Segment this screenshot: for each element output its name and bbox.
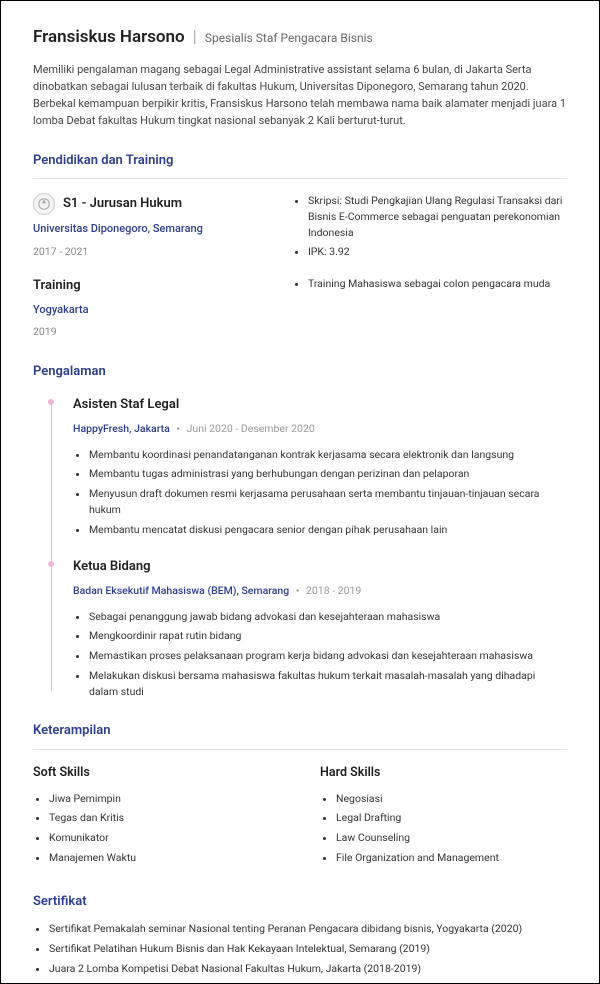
job-company: HappyFresh, Jakarta xyxy=(73,422,170,435)
list-item: Menyusun draft dokumen resmi kerjasama p… xyxy=(89,486,567,518)
experience-timeline: Asisten Staf Legal HappyFresh, Jakarta •… xyxy=(33,395,567,699)
job-dates: 2018 - 2019 xyxy=(306,584,361,597)
list-item: Legal Drafting xyxy=(336,810,567,826)
list-item: Membantu tugas administrasi yang berhubu… xyxy=(89,466,567,482)
experience-item: Asisten Staf Legal HappyFresh, Jakarta •… xyxy=(73,395,567,537)
list-item: Mengkoordinir rapat rutin bidang xyxy=(89,628,567,644)
person-name: Fransiskus Harsono xyxy=(33,27,185,47)
list-item: File Organization and Management xyxy=(336,850,567,866)
list-item: Law Counseling xyxy=(336,830,567,846)
job-meta: Badan Eksekutif Mahasiswa (BEM), Semaran… xyxy=(73,583,567,599)
education-dates: 2017 - 2021 xyxy=(33,244,268,260)
education-section: Pendidikan dan Training S1 - Jurusan Huk… xyxy=(33,151,567,340)
institution-name: Yogyakarta xyxy=(33,302,268,319)
person-subtitle: Spesialis Staf Pengacara Bisnis xyxy=(205,31,373,45)
skills-section: Keterampilan Soft Skills Jiwa Pemimpin T… xyxy=(33,721,567,869)
degree-name: Training xyxy=(33,276,268,296)
education-bullets: Training Mahasiswa sebagai colon pengaca… xyxy=(292,276,567,292)
summary-text: Memiliki pengalaman magang sebagai Legal… xyxy=(33,61,567,129)
job-bullets: Sebagai penanggung jawab bidang advokasi… xyxy=(73,609,567,700)
resume-header: Fransiskus Harsono | Spesialis Staf Peng… xyxy=(33,25,567,129)
hard-skills-column: Hard Skills Negosiasi Legal Drafting Law… xyxy=(320,764,567,870)
job-bullets: Membantu koordinasi penandatanganan kont… xyxy=(73,447,567,538)
list-item: Sebagai penanggung jawab bidang advokasi… xyxy=(89,609,567,625)
list-item: Jiwa Pemimpin xyxy=(49,791,280,807)
meta-separator: • xyxy=(296,584,300,597)
job-meta: HappyFresh, Jakarta • Juni 2020 - Desemb… xyxy=(73,421,567,437)
meta-separator: • xyxy=(176,422,180,435)
job-company: Badan Eksekutif Mahasiswa (BEM), Semaran… xyxy=(73,584,289,597)
experience-section: Pengalaman Asisten Staf Legal HappyFresh… xyxy=(33,362,567,700)
certificates-title: Sertifikat xyxy=(33,892,567,912)
soft-skills-heading: Soft Skills xyxy=(33,764,280,783)
title-divider: | xyxy=(193,27,197,47)
education-dates: 2019 xyxy=(33,324,268,340)
experience-item: Ketua Bidang Badan Eksekutif Mahasiswa (… xyxy=(73,557,567,699)
soft-skills-column: Soft Skills Jiwa Pemimpin Tegas dan Krit… xyxy=(33,764,280,870)
list-item: Negosiasi xyxy=(336,791,567,807)
list-item: Manajemen Waktu xyxy=(49,850,280,866)
hard-skills-list: Negosiasi Legal Drafting Law Counseling … xyxy=(320,791,567,866)
education-item: S1 - Jurusan Hukum Universitas Diponegor… xyxy=(33,193,567,264)
list-item: IPK: 3.92 xyxy=(308,244,567,260)
name-row: Fransiskus Harsono | Spesialis Staf Peng… xyxy=(33,25,567,51)
list-item: Membantu mencatat diskusi pengacara seni… xyxy=(89,522,567,538)
job-dates: Juni 2020 - Desember 2020 xyxy=(187,422,315,435)
certificates-list: Sertifikat Pemakalah seminar Nasional te… xyxy=(33,921,567,976)
degree-name: S1 - Jurusan Hukum xyxy=(63,194,182,214)
list-item: Membantu koordinasi penandatanganan kont… xyxy=(89,447,567,463)
education-bullets: Skripsi: Studi Pengkajian Ulang Regulasi… xyxy=(292,193,567,260)
list-item: Sertifikat Pelatihan Hukum Bisnis dan Ha… xyxy=(49,941,567,957)
institution-name: Universitas Diponegoro, Semarang xyxy=(33,221,268,238)
skills-title: Keterampilan xyxy=(33,721,567,750)
experience-title: Pengalaman xyxy=(33,362,567,382)
education-title: Pendidikan dan Training xyxy=(33,151,567,180)
job-title: Ketua Bidang xyxy=(73,557,567,577)
list-item: Tegas dan Kritis xyxy=(49,810,280,826)
list-item: Melakukan diskusi bersama mahasiswa faku… xyxy=(89,668,567,700)
list-item: Juara 2 Lomba Kompetisi Debat Nasional F… xyxy=(49,961,567,977)
university-seal-icon xyxy=(33,193,55,215)
list-item: Komunikator xyxy=(49,830,280,846)
hard-skills-heading: Hard Skills xyxy=(320,764,567,783)
list-item: Skripsi: Studi Pengkajian Ulang Regulasi… xyxy=(308,193,567,240)
list-item: Sertifikat Pemakalah seminar Nasional te… xyxy=(49,921,567,937)
education-item: Training Yogyakarta 2019 Training Mahasi… xyxy=(33,276,567,340)
list-item: Memastikan proses pelaksanaan program ke… xyxy=(89,648,567,664)
list-item: Training Mahasiswa sebagai colon pengaca… xyxy=(308,276,567,292)
certificates-section: Sertifikat Sertifikat Pemakalah seminar … xyxy=(33,892,567,977)
job-title: Asisten Staf Legal xyxy=(73,395,567,415)
soft-skills-list: Jiwa Pemimpin Tegas dan Kritis Komunikat… xyxy=(33,791,280,866)
